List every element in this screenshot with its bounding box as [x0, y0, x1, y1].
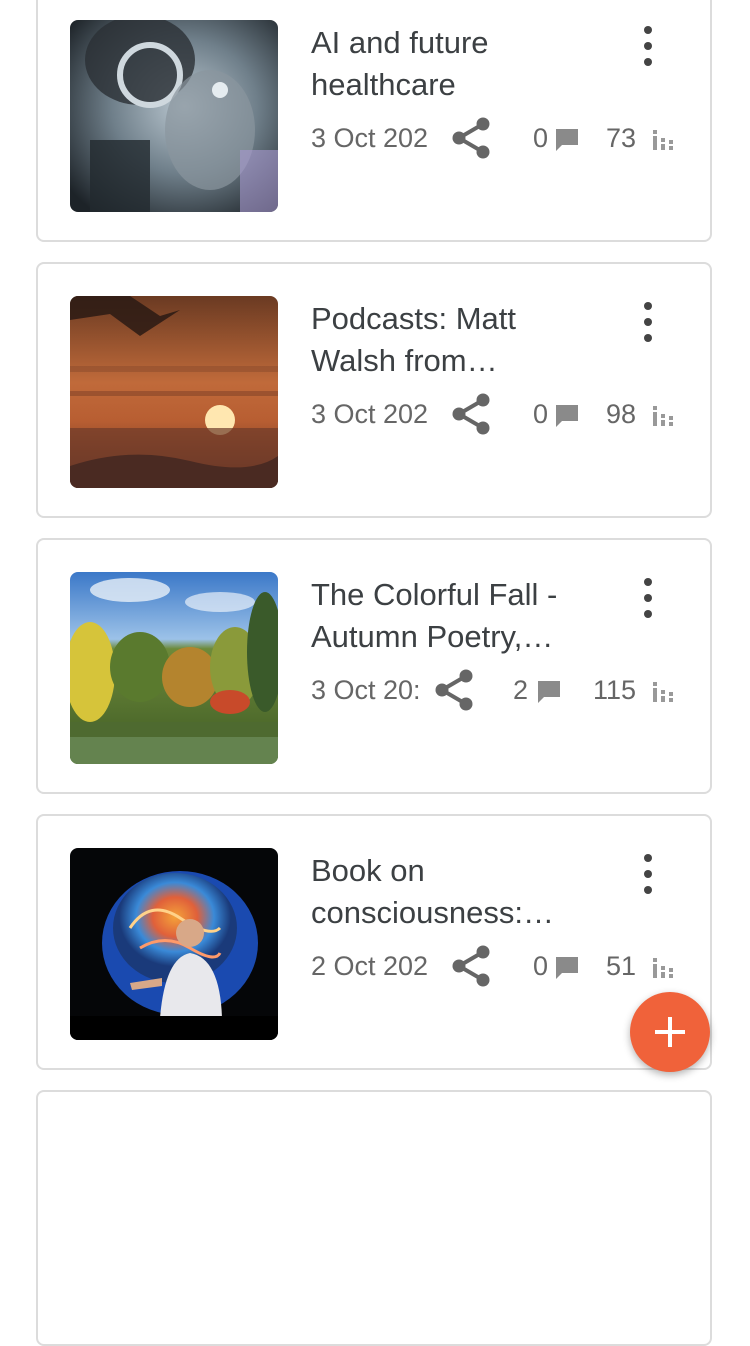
comment-icon[interactable] [536, 678, 562, 704]
post-title[interactable]: Podcasts: Matt Walsh from… [311, 298, 591, 382]
post-title[interactable]: Book on consciousness:… [311, 850, 591, 934]
view-count: 98 [605, 399, 636, 429]
share-icon[interactable] [432, 668, 476, 712]
more-vert-icon[interactable] [636, 26, 660, 66]
post-meta: 3 Oct 202 0 73 [38, 116, 714, 160]
view-count: 115 [592, 675, 636, 705]
post-date: 2 Oct 202 [311, 951, 429, 981]
more-vert-icon[interactable] [636, 578, 660, 618]
post-date: 3 Oct 20: [311, 675, 421, 705]
post-card[interactable]: Podcasts: Matt Walsh from… 3 Oct 202 0 9… [36, 262, 712, 518]
post-meta: 3 Oct 20: 2 115 [38, 668, 714, 712]
bar-chart-icon [653, 130, 673, 150]
bar-chart-icon [653, 958, 673, 978]
post-date: 3 Oct 202 [311, 123, 429, 153]
share-icon[interactable] [449, 944, 493, 988]
view-count: 51 [605, 951, 636, 981]
bar-chart-icon [653, 406, 673, 426]
comment-count: 0 [532, 399, 548, 429]
post-meta: 3 Oct 202 0 98 [38, 392, 714, 436]
comment-count: 0 [532, 123, 548, 153]
post-card[interactable] [36, 1090, 712, 1346]
share-icon[interactable] [449, 392, 493, 436]
add-post-button[interactable] [630, 992, 710, 1072]
post-card[interactable]: Book on consciousness:… 2 Oct 202 0 51 [36, 814, 712, 1070]
more-vert-icon[interactable] [636, 854, 660, 894]
view-count: 73 [605, 123, 636, 153]
post-title[interactable]: The Colorful Fall - Autumn Poetry,… [311, 574, 591, 658]
post-card[interactable]: AI and future healthcare 3 Oct 202 0 73 [36, 0, 712, 242]
plus-icon [655, 1017, 685, 1047]
comment-count: 0 [532, 951, 548, 981]
comment-count: 2 [512, 675, 528, 705]
share-icon[interactable] [449, 116, 493, 160]
post-date: 3 Oct 202 [311, 399, 429, 429]
post-meta: 2 Oct 202 0 51 [38, 944, 714, 988]
post-card[interactable]: The Colorful Fall - Autumn Poetry,… 3 Oc… [36, 538, 712, 794]
post-title[interactable]: AI and future healthcare [311, 22, 591, 106]
bar-chart-icon [653, 682, 673, 702]
more-vert-icon[interactable] [636, 302, 660, 342]
